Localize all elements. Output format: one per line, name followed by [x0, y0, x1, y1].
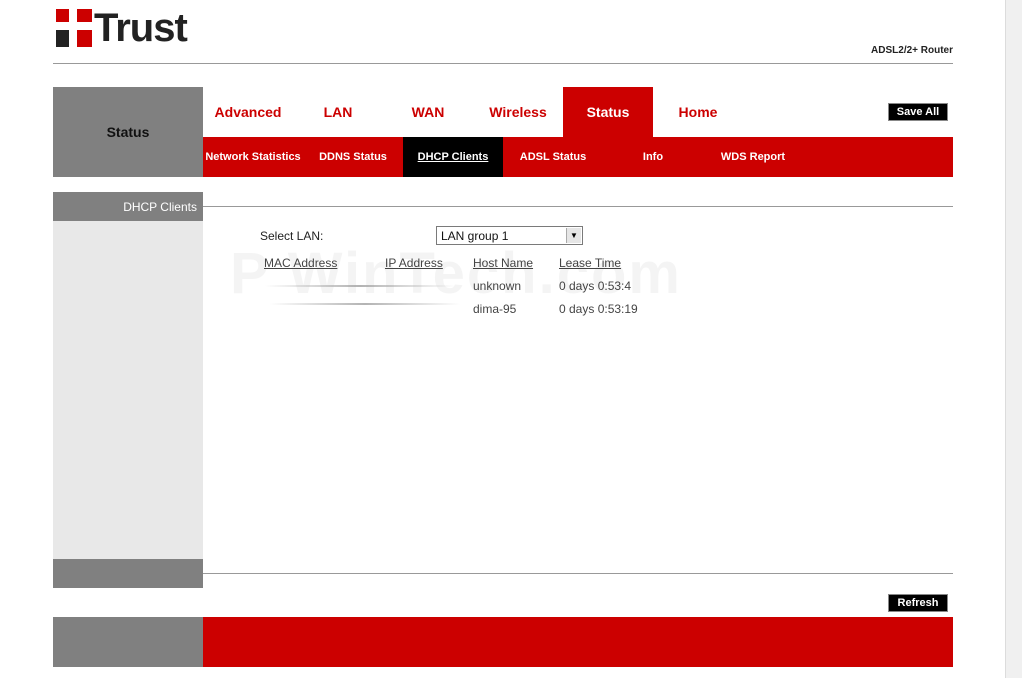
tab-status[interactable]: Status — [563, 87, 653, 137]
lan-select[interactable]: LAN group 1 ▼ — [436, 226, 583, 245]
sidebar-footer — [53, 559, 203, 588]
obscured-mac-ip — [270, 303, 460, 305]
divider — [203, 573, 953, 574]
tab-home[interactable]: Home — [653, 87, 743, 137]
table-row-1-host: unknown — [473, 279, 522, 293]
section-title-box: Status — [53, 87, 203, 177]
tab-wan[interactable]: WAN — [383, 87, 473, 137]
select-lan-label: Select LAN: — [260, 229, 324, 243]
table-row-1-lease: 0 days 0:53:4 — [559, 279, 632, 293]
divider — [53, 63, 953, 64]
trust-logo-icon — [56, 9, 92, 47]
save-all-button[interactable]: Save All — [888, 103, 948, 121]
tab-lan[interactable]: LAN — [293, 87, 383, 137]
col-host-name[interactable]: Host Name — [473, 256, 533, 270]
tab-wireless[interactable]: Wireless — [473, 87, 563, 137]
table-row-2-lease: 0 days 0:53:19 — [559, 302, 638, 316]
sub-nav: Network Statistics DDNS Status DHCP Clie… — [203, 137, 953, 177]
subtab-adsl-status[interactable]: ADSL Status — [503, 137, 603, 177]
subtab-dhcp-clients[interactable]: DHCP Clients — [403, 137, 503, 177]
sidebar — [53, 221, 203, 559]
watermark: P WinTech.com — [230, 240, 682, 307]
main-nav: Advanced LAN WAN Wireless Status Home — [203, 87, 743, 137]
product-name: ADSL2/2+ Router — [871, 45, 953, 56]
subtab-ddns-status[interactable]: DDNS Status — [303, 137, 403, 177]
footer-grey — [53, 617, 203, 667]
obscured-mac-ip — [265, 285, 455, 287]
sidebar-heading: DHCP Clients — [123, 200, 197, 214]
subtab-info[interactable]: Info — [603, 137, 703, 177]
col-ip-address[interactable]: IP Address — [385, 256, 443, 270]
table-row-2-host: dima-95 — [473, 302, 517, 316]
sidebar-heading-box: DHCP Clients — [53, 192, 203, 221]
col-mac-address[interactable]: MAC Address — [264, 256, 337, 270]
window-scrollbar[interactable] — [1005, 0, 1022, 678]
subtab-network-statistics[interactable]: Network Statistics — [203, 137, 303, 177]
chevron-down-icon[interactable]: ▼ — [566, 228, 581, 243]
logo-text: Trust — [94, 6, 188, 50]
section-title: Status — [106, 124, 150, 140]
divider — [203, 206, 953, 207]
refresh-button[interactable]: Refresh — [888, 594, 948, 612]
tab-advanced[interactable]: Advanced — [203, 87, 293, 137]
subtab-wds-report[interactable]: WDS Report — [703, 137, 803, 177]
lan-select-value: LAN group 1 — [441, 229, 509, 243]
footer-red — [203, 617, 953, 667]
trust-logo: Trust — [56, 5, 206, 51]
col-lease-time[interactable]: Lease Time — [559, 256, 621, 270]
